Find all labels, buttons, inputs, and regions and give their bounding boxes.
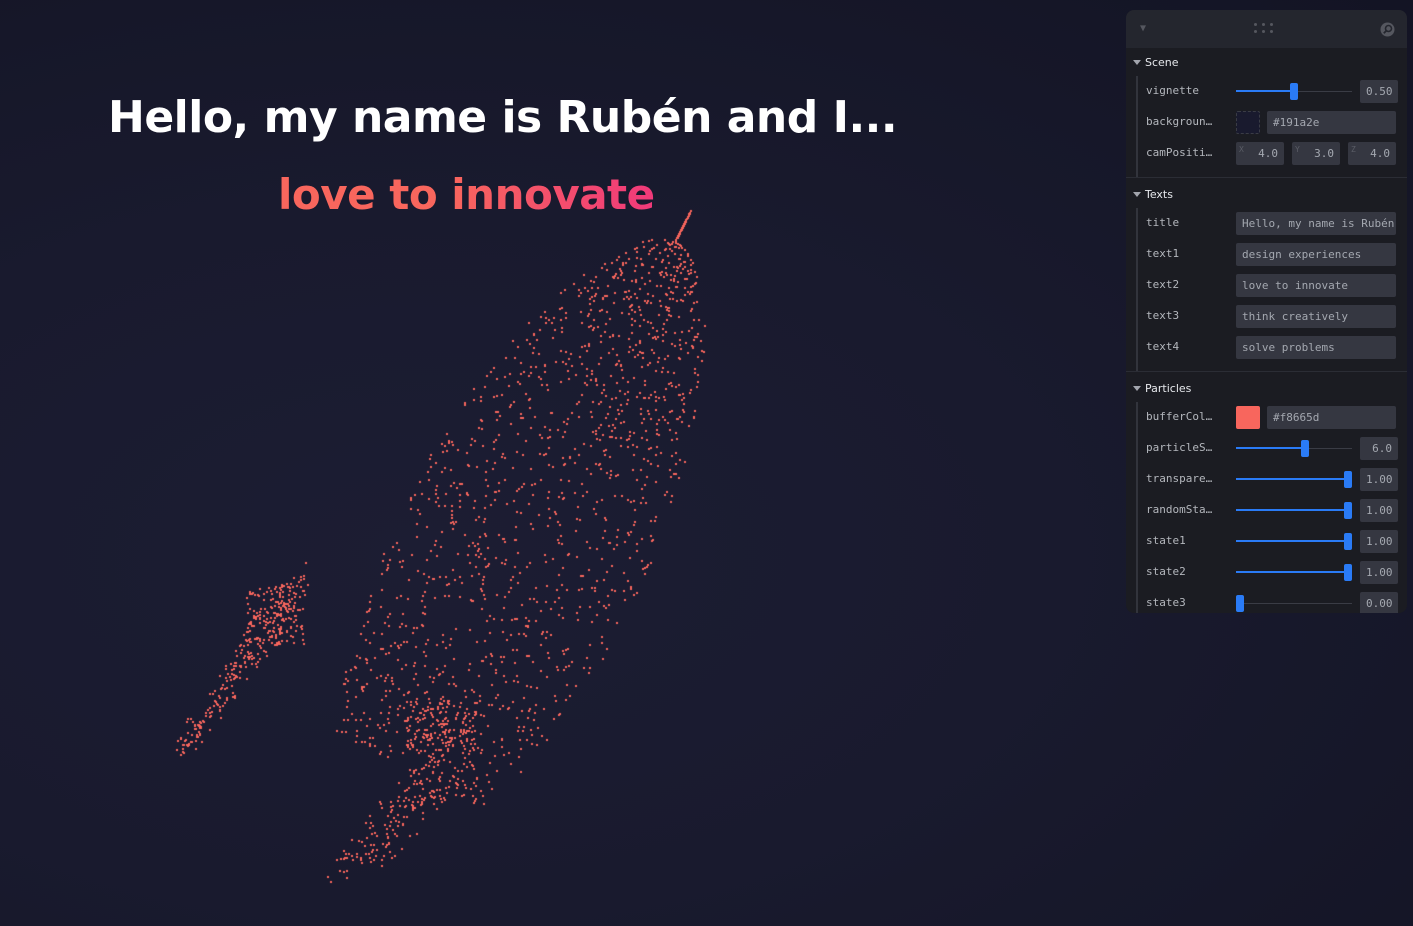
background-hex-input[interactable]: #191a2e <box>1267 111 1396 134</box>
slider-thumb[interactable] <box>1236 595 1244 612</box>
slider-value[interactable]: 1.00 <box>1360 499 1398 522</box>
buffer-color-label: bufferCol… <box>1146 410 1213 423</box>
slider-value[interactable]: 0.00 <box>1360 592 1398 613</box>
slider-control[interactable]: 1.00 <box>1236 530 1398 553</box>
texts-section-header[interactable]: Texts <box>1126 182 1407 208</box>
texts-section-title: Texts <box>1145 188 1173 201</box>
slider-label: randomSta… <box>1146 503 1213 516</box>
slider-fill <box>1236 478 1348 480</box>
slider-row: particleS… 6.0 <box>1138 433 1407 464</box>
caret-down-icon <box>1133 386 1141 391</box>
slider-value[interactable]: 6.0 <box>1360 437 1398 460</box>
text-row-text4: text4 solve problems <box>1138 332 1407 363</box>
cam-z-input[interactable]: Z 4.0 <box>1348 142 1396 165</box>
slider-control[interactable]: 1.00 <box>1236 468 1398 491</box>
caret-down-icon <box>1133 192 1141 197</box>
slider-fill <box>1236 447 1305 449</box>
slider-label: state2 <box>1146 565 1186 578</box>
slider-control[interactable]: 6.0 <box>1236 437 1398 460</box>
background-row: backgroun… #191a2e <box>1138 107 1407 138</box>
hero-title: Hello, my name is Rubén and I... <box>108 92 898 143</box>
text-input-text4[interactable]: solve problems <box>1236 336 1396 359</box>
slider-row: randomSta… 1.00 <box>1138 495 1407 526</box>
slider-label: state3 <box>1146 596 1186 609</box>
slider-thumb[interactable] <box>1300 440 1309 457</box>
y-axis-label: Y <box>1295 145 1300 154</box>
text-row-text3: text3 think creatively <box>1138 301 1407 332</box>
cam-y-value: 3.0 <box>1314 147 1334 160</box>
slider-row: transpare… 1.00 <box>1138 464 1407 495</box>
slider-label: state1 <box>1146 534 1186 547</box>
text-input-text3[interactable]: think creatively <box>1236 305 1396 328</box>
vignette-value[interactable]: 0.50 <box>1360 80 1398 103</box>
text-row-label: text2 <box>1146 278 1180 291</box>
slider-row: state1 1.00 <box>1138 526 1407 557</box>
particles-section: Particles bufferCol… #f8665d particleS… 6… <box>1126 372 1407 613</box>
text-input-title[interactable]: Hello, my name is Rubén <box>1236 212 1396 235</box>
cam-position-label: camPositi… <box>1146 146 1213 159</box>
slider-fill <box>1236 90 1294 92</box>
text-row-text1: text1 design experiences <box>1138 239 1407 270</box>
cam-y-input[interactable]: Y 3.0 <box>1292 142 1340 165</box>
panel-header[interactable]: ▼ <box>1126 10 1407 48</box>
buffer-color-row: bufferCol… #f8665d <box>1138 402 1407 433</box>
text-row-label: text1 <box>1146 247 1180 260</box>
slider-thumb[interactable] <box>1344 564 1352 581</box>
slider-thumb[interactable] <box>1344 471 1352 488</box>
slider-label: transpare… <box>1146 472 1213 485</box>
controls-panel: ▼ Scene vignette 0.50 backgroun… #191a2e… <box>1126 10 1407 613</box>
buffer-color-hex-input[interactable]: #f8665d <box>1267 406 1396 429</box>
slider-value[interactable]: 1.00 <box>1360 468 1398 491</box>
scene-section-title: Scene <box>1145 56 1179 69</box>
x-axis-label: X <box>1239 145 1244 154</box>
text-row-text2: text2 love to innovate <box>1138 270 1407 301</box>
drag-handle-icon[interactable] <box>1254 22 1276 34</box>
slider-fill <box>1236 509 1348 511</box>
texts-section: Texts title Hello, my name is Rubén text1 d… <box>1126 178 1407 372</box>
cam-z-value: 4.0 <box>1370 147 1390 160</box>
vignette-row: vignette 0.50 <box>1138 76 1407 107</box>
scene-section: Scene vignette 0.50 backgroun… #191a2e c… <box>1126 48 1407 178</box>
z-axis-label: Z <box>1351 145 1356 154</box>
text-row-title: title Hello, my name is Rubén <box>1138 208 1407 239</box>
background-swatch[interactable] <box>1236 111 1260 134</box>
buffer-color-swatch[interactable] <box>1236 406 1260 429</box>
text-row-label: text3 <box>1146 309 1180 322</box>
text-input-text1[interactable]: design experiences <box>1236 243 1396 266</box>
cam-position-row: camPositi… X 4.0 Y 3.0 Z 4.0 <box>1138 138 1407 169</box>
slider-thumb[interactable] <box>1290 83 1298 100</box>
cam-x-value: 4.0 <box>1258 147 1278 160</box>
hero-subtitle: love to innovate <box>278 170 655 219</box>
particles-section-title: Particles <box>1145 382 1192 395</box>
chevron-down-icon[interactable]: ▼ <box>1140 23 1146 34</box>
slider-thumb[interactable] <box>1344 533 1352 550</box>
slider-fill <box>1236 540 1348 542</box>
slider-label: particleS… <box>1146 441 1213 454</box>
slider-track[interactable] <box>1236 603 1352 604</box>
slider-control[interactable]: 1.00 <box>1236 499 1398 522</box>
slider-fill <box>1236 571 1348 573</box>
slider-value[interactable]: 1.00 <box>1360 561 1398 584</box>
text-row-label: title <box>1146 216 1180 229</box>
text-input-text2[interactable]: love to innovate <box>1236 274 1396 297</box>
cam-x-input[interactable]: X 4.0 <box>1236 142 1284 165</box>
slider-row: state2 1.00 <box>1138 557 1407 588</box>
scene-section-header[interactable]: Scene <box>1126 50 1407 76</box>
search-icon[interactable] <box>1380 22 1395 37</box>
slider-control[interactable]: 0.00 <box>1236 592 1398 613</box>
slider-control[interactable]: 1.00 <box>1236 561 1398 584</box>
vignette-slider[interactable]: 0.50 <box>1236 80 1398 103</box>
vignette-label: vignette <box>1146 84 1199 97</box>
slider-row: state3 0.00 <box>1138 588 1407 613</box>
slider-thumb[interactable] <box>1344 502 1352 519</box>
slider-value[interactable]: 1.00 <box>1360 530 1398 553</box>
background-label: backgroun… <box>1146 115 1213 128</box>
text-row-label: text4 <box>1146 340 1180 353</box>
particles-section-header[interactable]: Particles <box>1126 376 1407 402</box>
caret-down-icon <box>1133 60 1141 65</box>
